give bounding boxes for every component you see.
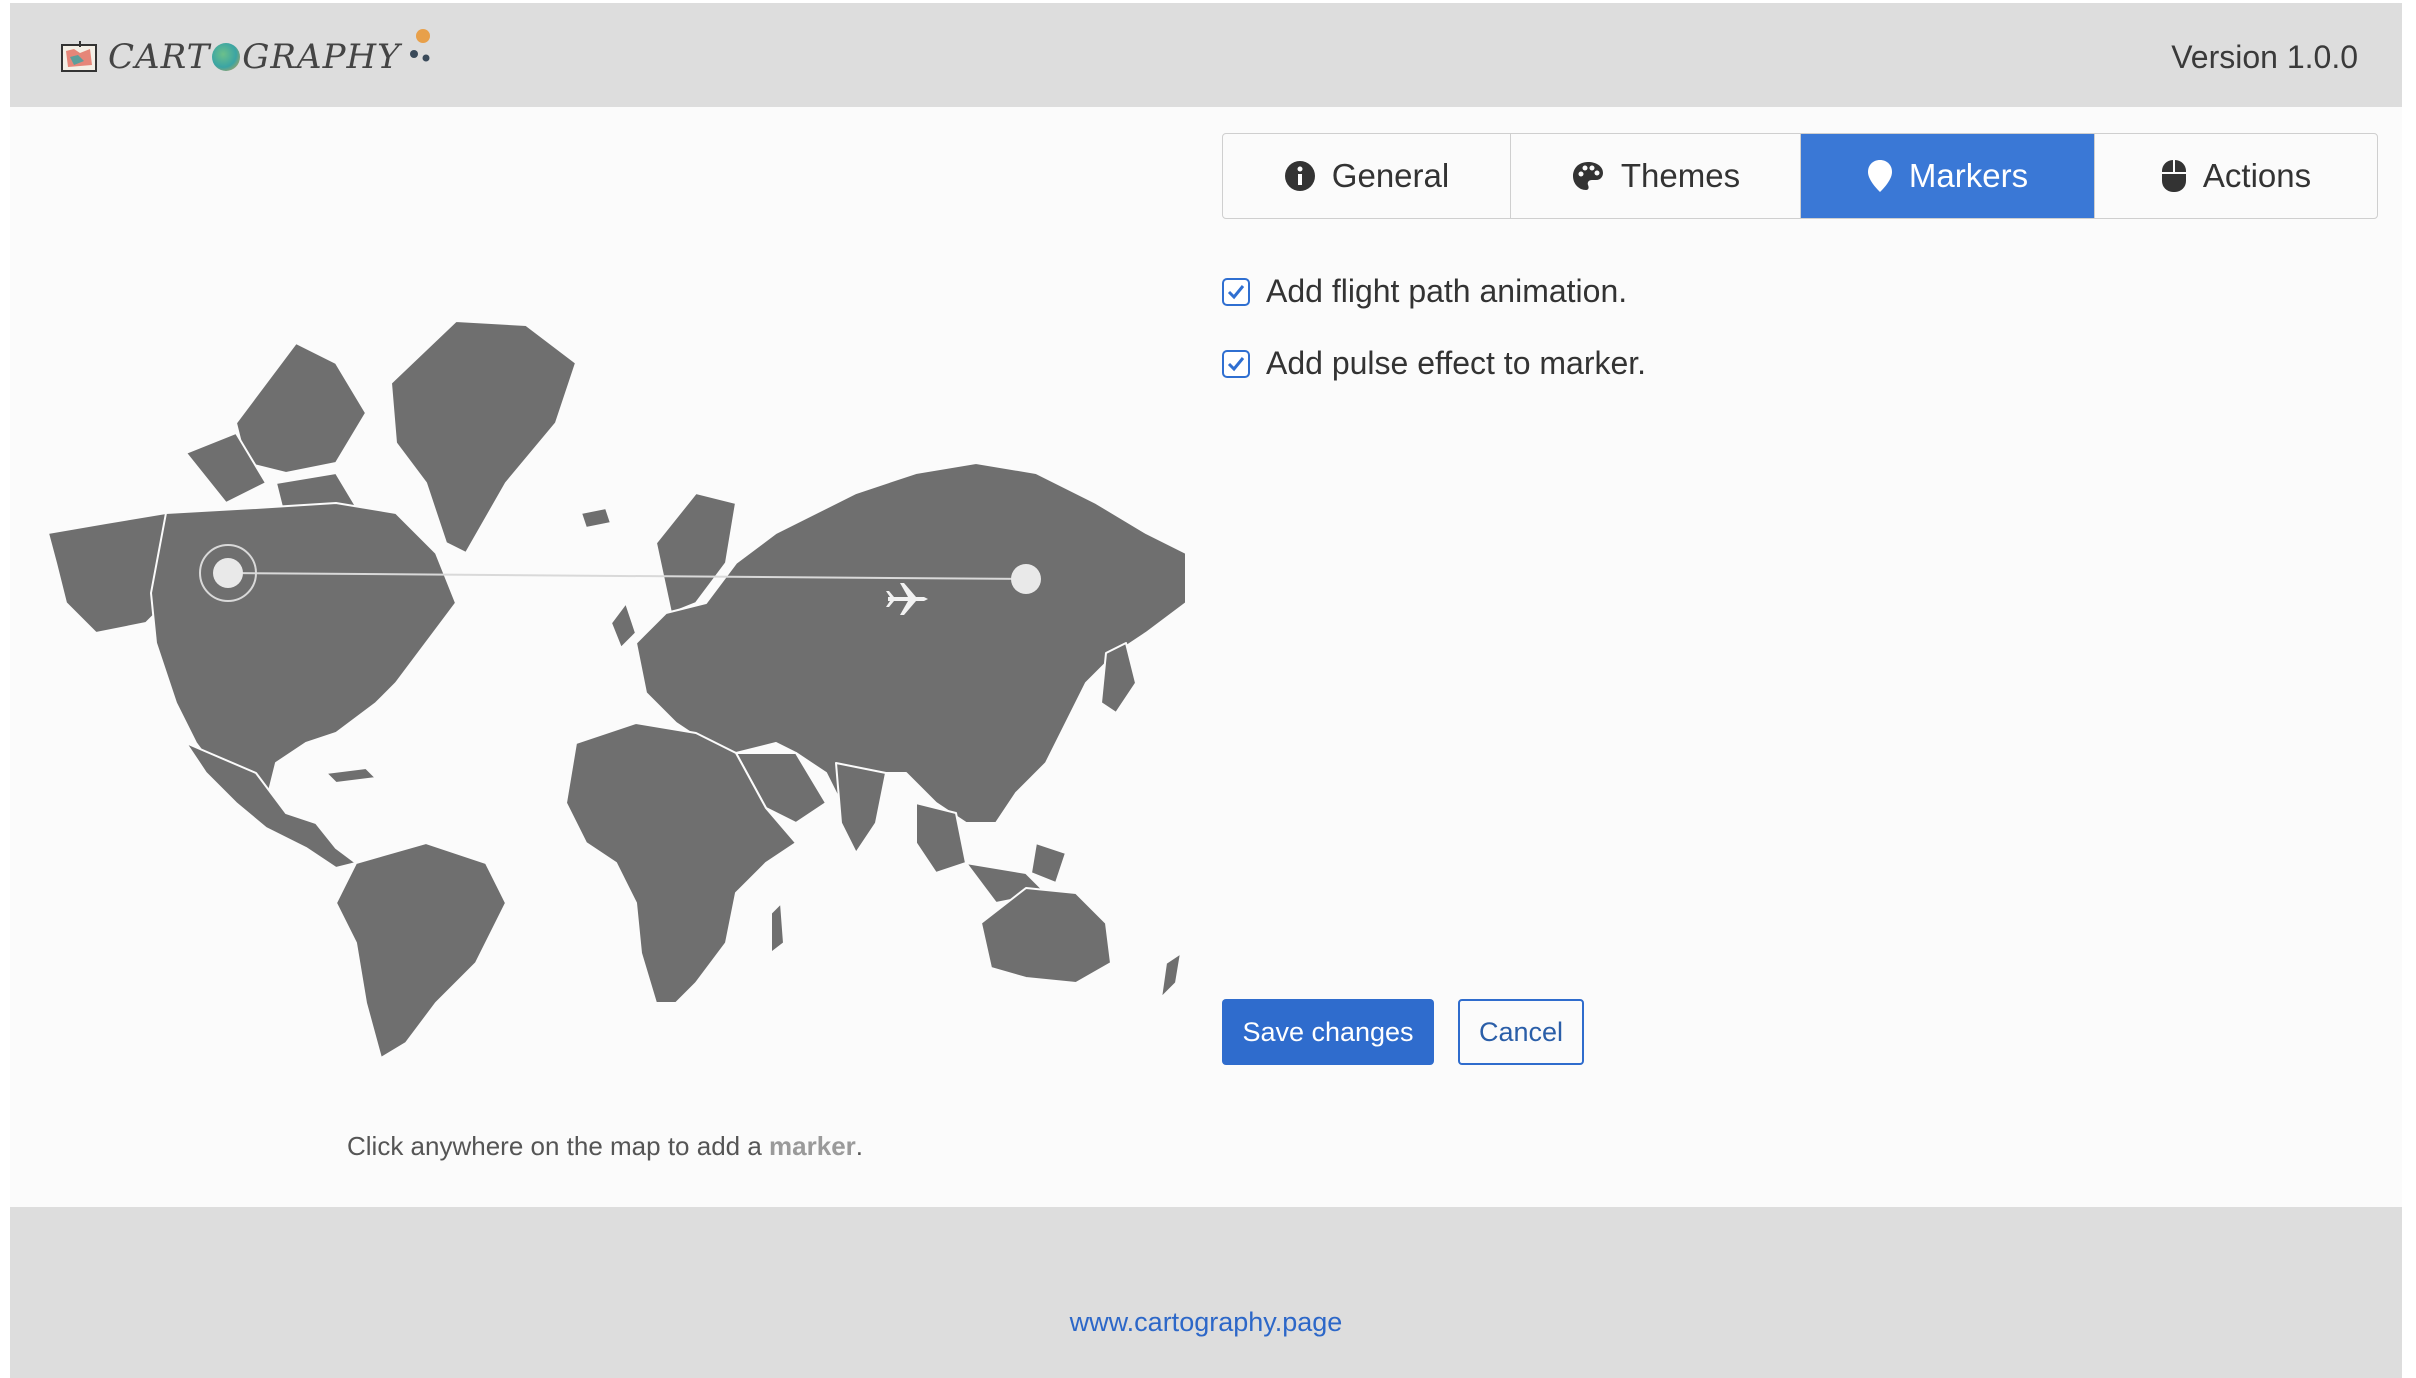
south-america [335, 842, 507, 1059]
flight-path-label: Add flight path animation. [1266, 273, 1628, 309]
globe-icon [212, 43, 241, 71]
arctic-islands [235, 342, 367, 474]
tab-markers[interactable]: Markers [1801, 134, 2095, 218]
option-flight-path[interactable]: Add flight path animation. [1222, 273, 1627, 310]
info-icon [1284, 160, 1316, 192]
tab-general-label: General [1331, 157, 1450, 194]
map-hint: Click anywhere on the map to add a marke… [10, 1131, 1200, 1162]
map-hint-suffix: . [855, 1131, 863, 1161]
logo-map-icon [60, 39, 100, 75]
option-pulse-effect[interactable]: Add pulse effect to marker. [1222, 345, 1646, 382]
footer-website-link[interactable]: www.cartography.page [10, 1307, 2402, 1338]
logo-text-part-1: CART [108, 37, 211, 77]
palette-icon [1571, 160, 1605, 192]
version-label: Version 1.0.0 [2171, 39, 2358, 75]
save-button[interactable]: Save changes [1222, 999, 1434, 1065]
app-window: CART GRAPHY Version 1.0.0 Click anywhere… [10, 3, 2402, 1378]
cancel-button[interactable]: Cancel [1458, 999, 1584, 1065]
tab-actions-label: Actions [2202, 157, 2312, 194]
logo-text: CART GRAPHY [108, 29, 435, 77]
north-america [150, 502, 457, 814]
world-map[interactable] [36, 303, 1187, 1063]
map-hint-emphasis: marker [769, 1131, 856, 1161]
tab-markers-label: Markers [1908, 157, 2029, 194]
map-hint-text: Click anywhere on the map to add a [347, 1131, 770, 1161]
footer: www.cartography.page [10, 1207, 2402, 1378]
checkmark-icon [1227, 284, 1245, 299]
logo-dots-icon [409, 29, 430, 62]
settings-tabs: General Themes Markers Actions [1222, 133, 2378, 219]
tab-themes[interactable]: Themes [1511, 134, 1801, 218]
pulse-effect-label: Add pulse effect to marker. [1266, 345, 1647, 381]
tab-actions[interactable]: Actions [2095, 134, 2377, 218]
mouse-icon [2161, 159, 2187, 193]
greenland [390, 320, 577, 554]
tab-themes-label: Themes [1620, 157, 1741, 194]
logo-text-part-2: GRAPHY [242, 37, 401, 77]
app-logo: CART GRAPHY [60, 27, 435, 87]
header: CART GRAPHY Version 1.0.0 [10, 3, 2402, 107]
map-pin-icon [1867, 159, 1893, 193]
tab-general[interactable]: General [1223, 134, 1511, 218]
map-marker-destination [1011, 564, 1041, 594]
map-marker-origin [213, 558, 243, 588]
flight-path-checkbox[interactable] [1222, 277, 1250, 306]
pulse-effect-checkbox[interactable] [1222, 349, 1250, 378]
checkmark-icon [1227, 356, 1245, 371]
